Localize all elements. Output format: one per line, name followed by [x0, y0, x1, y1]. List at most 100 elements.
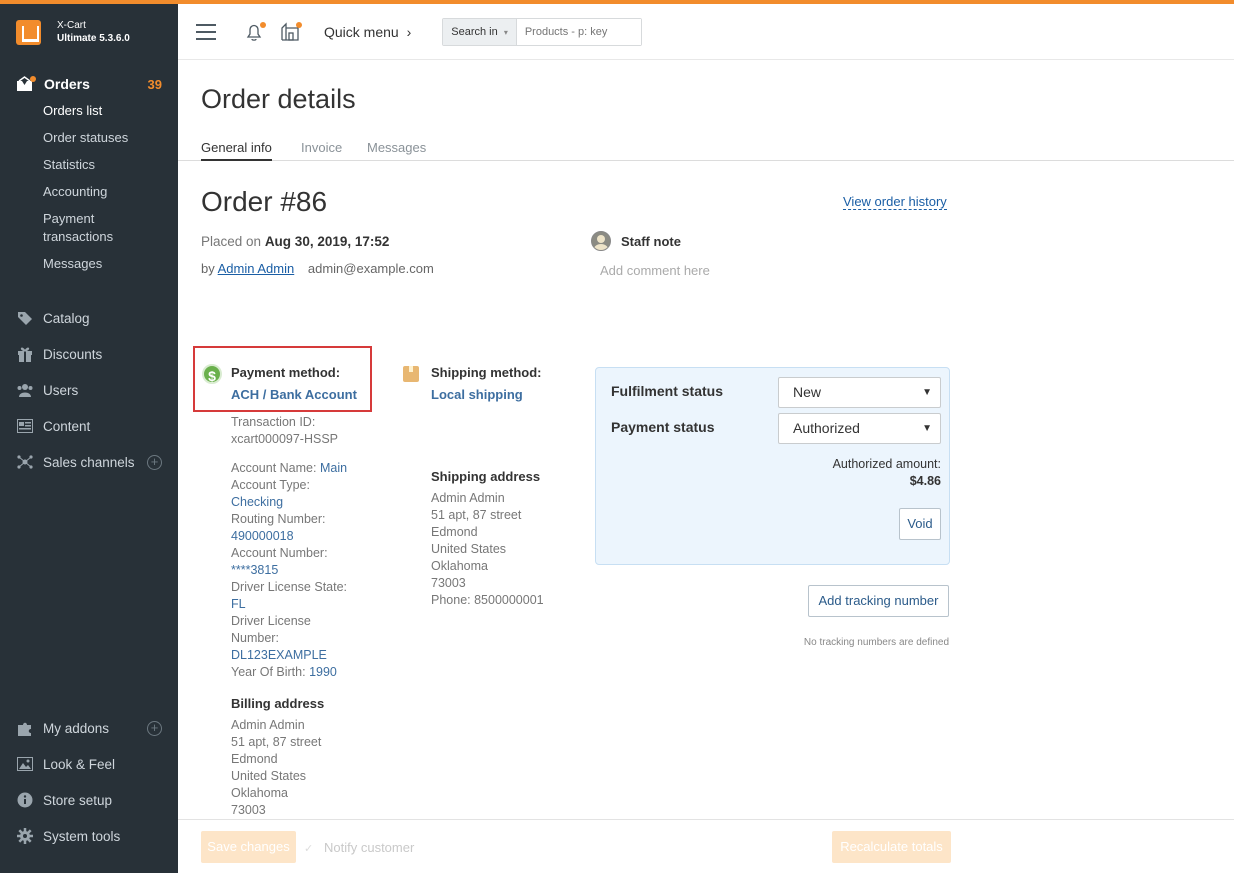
- avatar: [591, 231, 611, 251]
- puzzle-icon: [16, 720, 34, 736]
- package-icon: [403, 366, 419, 382]
- save-changes-button[interactable]: Save changes: [201, 831, 296, 863]
- sidebar-item-content[interactable]: Content: [0, 408, 178, 444]
- notification-dot: [296, 21, 302, 28]
- shipping-address: Admin Admin 51 apt, 87 street Edmond Uni…: [431, 491, 544, 607]
- main-content: Order details General info Invoice Messa…: [178, 60, 1234, 873]
- tag-icon: [16, 310, 34, 326]
- shipping-address-label: Shipping address: [431, 469, 541, 484]
- chevron-right-icon: ›: [406, 23, 412, 40]
- menu-toggle-icon[interactable]: [196, 23, 216, 40]
- sidebar-bottom-nav: My addons + Look & Feel Store setup Syst…: [0, 710, 178, 854]
- shipping-method-label: Shipping method:: [431, 365, 542, 380]
- add-sales-channel-icon[interactable]: +: [147, 454, 162, 470]
- search-scope-select[interactable]: Search in ▾: [443, 18, 517, 45]
- sidebar-item-label: Users: [43, 382, 79, 398]
- sidebar-item-my-addons[interactable]: My addons +: [0, 710, 178, 746]
- sidebar-item-store-setup[interactable]: Store setup: [0, 782, 178, 818]
- authorized-amount-value: $4.86: [909, 474, 941, 488]
- authorized-amount-label: Authorized amount:: [832, 457, 941, 471]
- customer-name-link[interactable]: Admin Admin: [218, 261, 295, 276]
- sticky-footer: Save changes ✓ Notify customer Recalcula…: [178, 819, 1234, 873]
- dollar-icon: $: [202, 364, 222, 384]
- sidebar: X-Cart Ultimate 5.3.6.0 Orders 39 Orders…: [0, 4, 178, 873]
- sidebar-subitem-statistics[interactable]: Statistics: [0, 156, 178, 174]
- customer-email: admin@example.com: [307, 261, 434, 276]
- payment-status-select[interactable]: Authorized ▼: [778, 413, 941, 444]
- gear-icon: [16, 828, 34, 844]
- tab-general-info[interactable]: General info: [201, 140, 272, 161]
- fulfilment-status-select[interactable]: New ▼: [778, 377, 941, 408]
- staff-note-input[interactable]: Add comment here: [600, 263, 710, 278]
- brand-version: Ultimate 5.3.6.0: [57, 33, 130, 44]
- sidebar-item-label: Orders: [44, 76, 90, 92]
- search-bar: Search in ▾: [442, 17, 642, 46]
- bell-icon[interactable]: [244, 21, 266, 42]
- caret-down-icon: ▼: [922, 387, 932, 398]
- brand[interactable]: X-Cart Ultimate 5.3.6.0: [0, 4, 178, 60]
- users-icon: [16, 382, 34, 398]
- sidebar-item-label: Content: [43, 418, 91, 434]
- add-addon-icon[interactable]: +: [147, 720, 162, 736]
- sidebar-item-label: Discounts: [43, 346, 103, 362]
- orders-icon: [16, 76, 36, 92]
- billing-address: Admin Admin 51 apt, 87 street Edmond Uni…: [231, 718, 322, 817]
- sidebar-subitem-order-statuses[interactable]: Order statuses: [0, 129, 178, 147]
- tab-invoice[interactable]: Invoice: [301, 140, 342, 159]
- payment-details: Transaction ID: xcart000097-HSSP Account…: [231, 414, 381, 681]
- order-customer: by Admin Admin admin@example.com: [201, 261, 434, 276]
- x-cart-logo-icon: [16, 19, 41, 45]
- view-order-history-link[interactable]: View order history: [843, 194, 947, 210]
- sidebar-item-system-tools[interactable]: System tools: [0, 818, 178, 854]
- void-button[interactable]: Void: [899, 508, 941, 540]
- billing-address-label: Billing address: [231, 696, 325, 711]
- brand-name: X-Cart: [57, 20, 86, 31]
- quick-menu-button[interactable]: Quick menu ›: [324, 24, 411, 40]
- payment-status-label: Payment status: [611, 419, 715, 435]
- sidebar-main-nav: Catalog Discounts Users Content Sales ch…: [0, 300, 178, 480]
- sidebar-item-discounts[interactable]: Discounts: [0, 336, 178, 372]
- gift-icon: [16, 346, 34, 362]
- check-icon: ✓: [304, 842, 314, 855]
- fulfilment-status-label: Fulfilment status: [611, 383, 724, 399]
- order-status-panel: Fulfilment status New ▼ Payment status A…: [595, 367, 950, 565]
- order-title: Order #86: [201, 186, 328, 217]
- sidebar-item-label: Sales channels: [43, 454, 135, 470]
- sidebar-subitem-orders-list[interactable]: Orders list: [0, 102, 178, 120]
- no-tracking-message: No tracking numbers are defined: [803, 637, 949, 648]
- tab-messages[interactable]: Messages: [367, 140, 426, 159]
- sidebar-item-label: Look & Feel: [43, 756, 116, 772]
- orders-count-badge: 39: [147, 76, 162, 92]
- shipping-method-value[interactable]: Local shipping: [431, 387, 523, 402]
- order-placed-date: Placed on Aug 30, 2019, 17:52: [201, 234, 390, 249]
- sidebar-item-sales-channels[interactable]: Sales channels +: [0, 444, 178, 480]
- notification-dot: [260, 21, 266, 28]
- sidebar-item-look-feel[interactable]: Look & Feel: [0, 746, 178, 782]
- sidebar-subitem-messages[interactable]: Messages: [0, 255, 178, 273]
- sidebar-item-users[interactable]: Users: [0, 372, 178, 408]
- tab-bar: General info Invoice Messages: [178, 140, 1234, 161]
- sidebar-item-label: Catalog: [43, 310, 90, 326]
- payment-method-label: Payment method:: [231, 365, 341, 380]
- staff-note-label: Staff note: [621, 233, 681, 249]
- transaction-id: xcart000097-HSSP: [231, 432, 339, 446]
- orders-section: Orders 39 Orders list Order statuses Sta…: [0, 72, 178, 273]
- sidebar-item-label: My addons: [43, 720, 110, 736]
- page-title: Order details: [201, 84, 356, 114]
- top-header: Quick menu › Search in ▾: [178, 4, 1234, 60]
- sidebar-item-orders[interactable]: Orders 39: [0, 72, 178, 96]
- sidebar-item-label: System tools: [43, 828, 121, 844]
- caret-down-icon: ▼: [922, 423, 932, 434]
- recalculate-totals-button[interactable]: Recalculate totals: [832, 831, 951, 863]
- sidebar-item-catalog[interactable]: Catalog: [0, 300, 178, 336]
- payment-method-value[interactable]: ACH / Bank Account: [231, 387, 357, 402]
- sidebar-item-label: Store setup: [43, 792, 113, 808]
- sidebar-subitem-accounting[interactable]: Accounting: [0, 183, 178, 201]
- store-icon[interactable]: [280, 21, 302, 42]
- info-icon: [16, 792, 34, 808]
- search-input[interactable]: [516, 18, 641, 45]
- sidebar-subitem-payment-transactions[interactable]: Payment transactions: [0, 210, 113, 246]
- notify-customer-checkbox[interactable]: ✓ Notify customer: [304, 840, 414, 855]
- content-icon: [16, 418, 34, 434]
- add-tracking-number-button[interactable]: Add tracking number: [808, 585, 949, 617]
